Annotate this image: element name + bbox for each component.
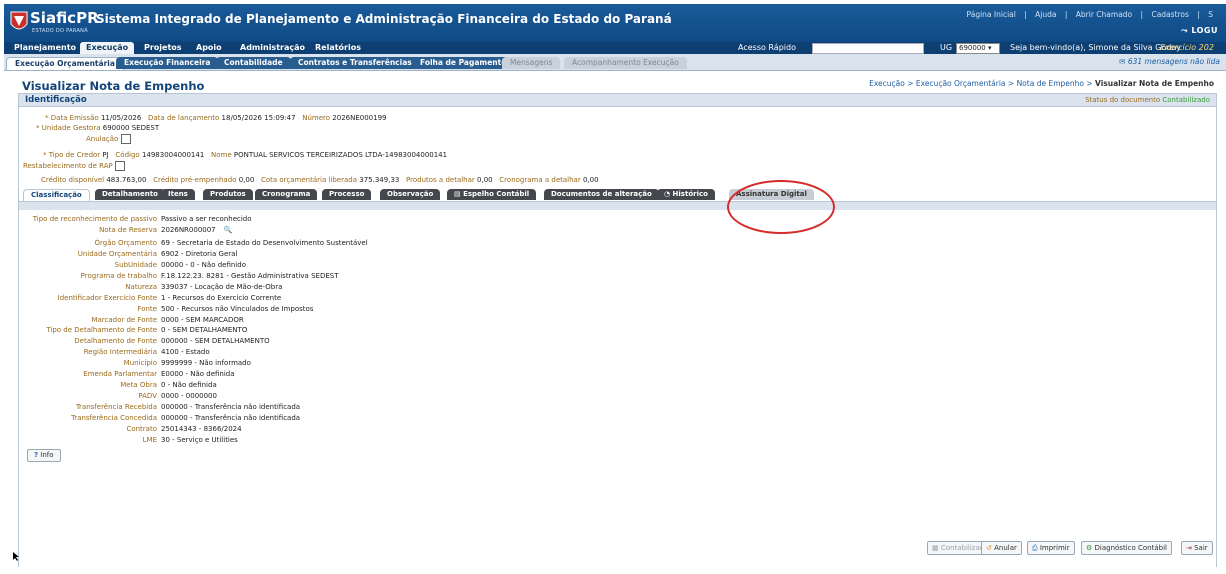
main-menu: Planejamento Execução Projetos Apoio Adm… <box>4 42 1226 54</box>
tab-contabilidade[interactable]: Contabilidade <box>216 57 291 69</box>
calculator-icon: ▦ <box>932 544 939 552</box>
top-links: Página Inicial | Ajuda | Abrir Chamado |… <box>964 10 1216 19</box>
tab-detalhamento[interactable]: Detalhamento <box>95 189 165 200</box>
search-icon[interactable]: 🔍 <box>224 226 233 234</box>
numero-empenho: 2026NE000199 <box>332 114 387 122</box>
diagnostico-contabil-button[interactable]: ⚙ Diagnóstico Contábil <box>1081 541 1172 555</box>
menu-execucao[interactable]: Execução <box>80 42 135 54</box>
nome-credor: PONTUAL SERVICOS TERCEIRIZADOS LTDA-1498… <box>233 151 448 159</box>
link-cadastros[interactable]: Cadastros <box>1151 10 1188 19</box>
restabelecimento-row: Restabelecimento de RAP <box>23 161 125 171</box>
printer-icon: ⎙ <box>1032 544 1038 552</box>
exercise-year[interactable]: Exercício 202 <box>1160 42 1214 54</box>
app-subtitle: ESTADO DO PARANÁ <box>32 28 88 34</box>
tab-folha-pagamento[interactable]: Folha de Pagamento <box>412 57 515 69</box>
ug-select[interactable]: 690000 ▾ <box>956 43 1000 54</box>
tab-execucao-orcamentaria[interactable]: Execução Orçamentária <box>6 57 124 70</box>
unread-messages[interactable]: ✉ 631 mensagens não lida <box>1119 57 1220 66</box>
tab-mensagens: Mensagens <box>502 57 561 69</box>
submenu-bar: Execução Orçamentária Execução Financeir… <box>4 54 1226 71</box>
contabilizar-button: ▦ Contabilizar <box>927 541 988 555</box>
history-icon: ◔ <box>664 190 671 198</box>
emission-row: * Data Emissão 11/05/2026 Data de lançam… <box>45 114 387 122</box>
separator: | <box>1140 10 1144 19</box>
data-emissao: 11/05/2026 <box>100 114 142 122</box>
menu-planejamento[interactable]: Planejamento <box>8 42 82 54</box>
tab-processo[interactable]: Processo <box>322 189 372 200</box>
tab-produtos[interactable]: Produtos <box>203 189 253 200</box>
mouse-cursor-icon <box>13 552 19 561</box>
tab-acompanhamento-execucao: Acompanhamento Execução <box>564 57 687 69</box>
ledger-icon: ▤ <box>454 190 461 198</box>
document-panel: Identificação Status do documento Contab… <box>18 93 1217 567</box>
anulacao-row: Anulação <box>86 134 131 144</box>
data-lancamento: 18/05/2026 15:09:47 <box>221 114 296 122</box>
separator: | <box>1197 10 1200 19</box>
identification-header: Identificação Status do documento Contab… <box>19 94 1216 107</box>
content-header-band <box>19 202 1216 210</box>
diagnostic-icon: ⚙ <box>1086 544 1093 552</box>
brand-logo: ⤳ LOGU <box>1181 26 1218 35</box>
tab-execucao-financeira[interactable]: Execução Financeira <box>116 57 219 69</box>
status-badge: Contabilizado <box>1162 96 1210 104</box>
tipo-credor: PJ <box>102 151 109 159</box>
unidade-gestora-row: * Unidade Gestora 690000 SEDEST <box>36 124 160 132</box>
anulacao-checkbox[interactable] <box>120 134 131 144</box>
quick-access-input[interactable] <box>812 43 924 54</box>
menu-projetos[interactable]: Projetos <box>138 42 188 54</box>
tab-contratos-transferencias[interactable]: Contratos e Transferências <box>290 57 420 69</box>
separator: | <box>1024 10 1027 19</box>
sair-button[interactable]: ⇥ Sair <box>1181 541 1213 555</box>
nota-reserva-value: 2026NR000007 <box>161 226 216 234</box>
link-s[interactable]: S <box>1208 10 1213 19</box>
page-title: Visualizar Nota de Empenho <box>22 79 205 93</box>
document-status: Status do documento Contabilizado <box>1085 96 1210 104</box>
tab-assinatura-digital[interactable]: Assinatura Digital <box>729 189 814 200</box>
separator: | <box>1064 10 1068 19</box>
link-home[interactable]: Página Inicial <box>967 10 1016 19</box>
detail-tabs: Classificação Detalhamento Itens Produto… <box>19 189 1216 201</box>
link-help[interactable]: Ajuda <box>1035 10 1056 19</box>
breadcrumb[interactable]: Execução > Execução Orçamentária > Nota … <box>869 79 1214 88</box>
credito-row: Crédito disponível 483.763,00 Crédito pr… <box>41 176 599 184</box>
tab-historico[interactable]: ◔ Histórico <box>657 189 715 200</box>
info-button[interactable]: ? Info <box>27 449 61 462</box>
link-open-ticket[interactable]: Abrir Chamado <box>1076 10 1132 19</box>
identification-title: Identificação <box>25 95 87 105</box>
tab-classificacao[interactable]: Classificação <box>23 189 90 201</box>
tab-observacao[interactable]: Observação <box>380 189 441 200</box>
quick-access-label: Acesso Rápido <box>738 43 796 52</box>
parana-crest-icon <box>10 11 28 30</box>
mail-icon: ✉ <box>1119 57 1126 66</box>
unidade-gestora: 690000 SEDEST <box>102 124 160 132</box>
exit-icon: ⇥ <box>1186 544 1192 552</box>
tab-documentos-alteracao[interactable]: Documentos de alteração <box>544 189 659 200</box>
classificacao-content: Tipo de reconhecimento de passivo Passivo… <box>19 201 1216 567</box>
app-name[interactable]: SiaficPR <box>30 9 99 27</box>
credor-row: * Tipo de Credor PJ Código 1498300400014… <box>43 151 448 159</box>
imprimir-button[interactable]: ⎙ Imprimir <box>1027 541 1075 555</box>
welcome-text: Seja bem-vindo(a), Simone da Silva Godoy <box>1010 43 1181 52</box>
app-header: SiaficPR ESTADO DO PARANÁ Sistema Integr… <box>4 4 1226 43</box>
menu-apoio[interactable]: Apoio <box>190 42 228 54</box>
tab-itens[interactable]: Itens <box>161 189 195 200</box>
help-icon: ? <box>34 451 39 459</box>
codigo-credor: 14983004000141 <box>141 151 205 159</box>
undo-icon: ↺ <box>986 544 992 552</box>
menu-administracao[interactable]: Administração <box>234 42 311 54</box>
ug-label: UG <box>940 43 953 52</box>
tab-cronograma[interactable]: Cronograma <box>255 189 318 200</box>
anular-button[interactable]: ↺ Anular <box>981 541 1022 555</box>
system-title: Sistema Integrado de Planejamento e Admi… <box>96 12 672 26</box>
restabelecimento-checkbox[interactable] <box>114 161 125 171</box>
tab-espelho-contabil[interactable]: ▤ Espelho Contábil <box>447 189 537 200</box>
menu-relatorios[interactable]: Relatórios <box>309 42 367 54</box>
